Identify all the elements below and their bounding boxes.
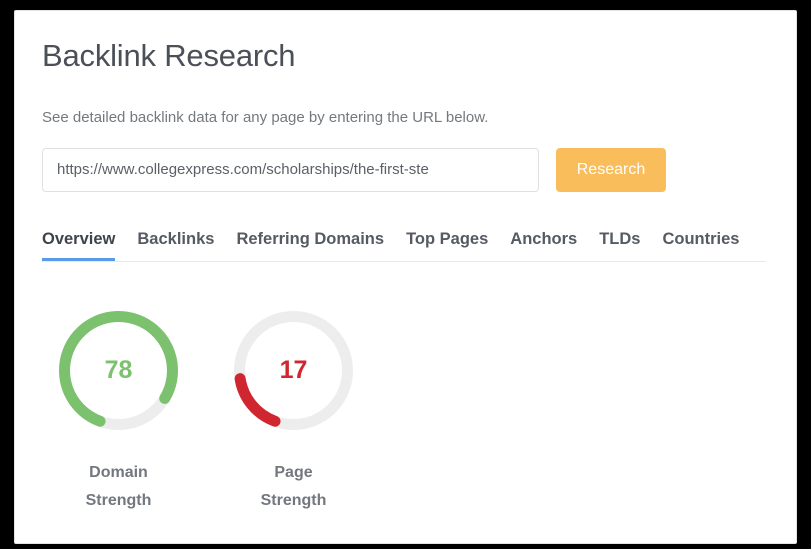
page-subtitle: See detailed backlink data for any page …	[42, 109, 489, 127]
tab-tlds[interactable]: TLDs	[599, 229, 640, 261]
domain-strength-label: Domain Strength	[86, 459, 152, 515]
url-search-row: Research	[42, 147, 766, 192]
backlink-research-card: Backlink Research See detailed backlink …	[14, 10, 797, 544]
url-input[interactable]	[42, 147, 539, 192]
domain-strength-metric: 78 Domain Strength	[56, 308, 181, 515]
tab-top-pages[interactable]: Top Pages	[406, 229, 488, 261]
page-strength-gauge: 17	[231, 308, 356, 433]
page-strength-label-line2: Strength	[260, 491, 327, 509]
screenshot-frame: Backlink Research See detailed backlink …	[0, 0, 811, 549]
page-strength-label-line1: Page	[274, 463, 313, 481]
tab-bar: Overview Backlinks Referring Domains Top…	[42, 226, 766, 262]
domain-strength-gauge: 78	[56, 308, 181, 433]
page-strength-value: 17	[279, 355, 308, 384]
research-button[interactable]: Research	[556, 147, 666, 192]
tab-anchors[interactable]: Anchors	[510, 229, 577, 261]
tab-backlinks[interactable]: Backlinks	[137, 229, 214, 261]
tab-referring-domains[interactable]: Referring Domains	[236, 229, 384, 261]
domain-strength-label-line2: Strength	[85, 491, 152, 509]
tab-overview[interactable]: Overview	[42, 229, 116, 261]
card-body: Backlink Research See detailed backlink …	[15, 11, 796, 515]
page-strength-metric: 17 Page Strength	[231, 308, 356, 515]
page-title: Backlink Research	[42, 38, 296, 73]
page-strength-label: Page Strength	[261, 459, 327, 515]
domain-strength-value: 78	[104, 355, 133, 384]
metric-gauges: 78 Domain Strength 17 Page Strength	[42, 308, 766, 515]
tab-countries[interactable]: Countries	[662, 229, 739, 261]
domain-strength-label-line1: Domain	[89, 463, 148, 481]
